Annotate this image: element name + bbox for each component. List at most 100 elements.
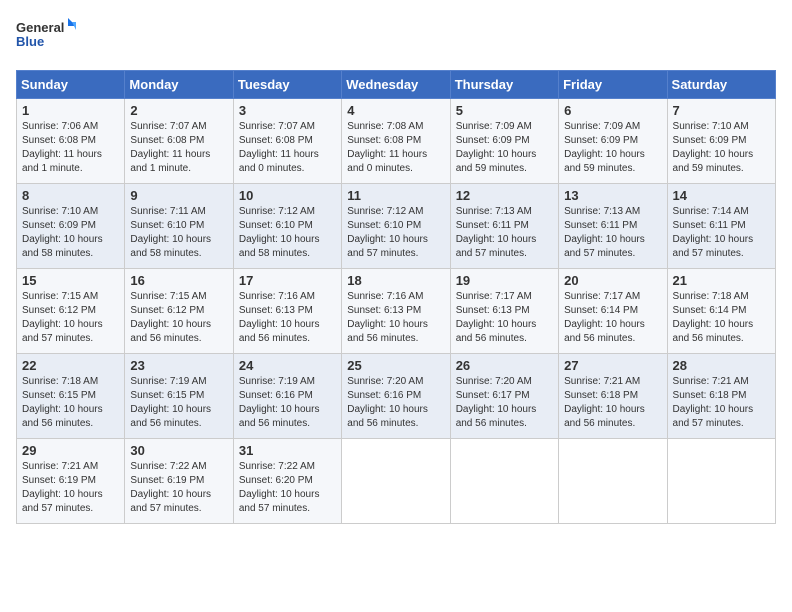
calendar-header-saturday: Saturday	[667, 71, 775, 99]
calendar-cell: 10 Sunrise: 7:12 AM Sunset: 6:10 PM Dayli…	[233, 184, 341, 269]
calendar-cell: 26 Sunrise: 7:20 AM Sunset: 6:17 PM Dayli…	[450, 354, 558, 439]
svg-text:Blue: Blue	[16, 34, 44, 49]
calendar-cell: 7 Sunrise: 7:10 AM Sunset: 6:09 PM Daylig…	[667, 99, 775, 184]
day-number: 31	[239, 443, 336, 458]
calendar-cell: 8 Sunrise: 7:10 AM Sunset: 6:09 PM Daylig…	[17, 184, 125, 269]
day-number: 14	[673, 188, 770, 203]
calendar-cell: 15 Sunrise: 7:15 AM Sunset: 6:12 PM Dayli…	[17, 269, 125, 354]
day-number: 24	[239, 358, 336, 373]
day-info: Sunrise: 7:18 AM Sunset: 6:14 PM Dayligh…	[673, 290, 770, 346]
day-number: 28	[673, 358, 770, 373]
calendar-cell: 27 Sunrise: 7:21 AM Sunset: 6:18 PM Dayli…	[559, 354, 667, 439]
day-info: Sunrise: 7:06 AM Sunset: 6:08 PM Dayligh…	[22, 120, 119, 176]
day-number: 30	[130, 443, 227, 458]
calendar-cell: 9 Sunrise: 7:11 AM Sunset: 6:10 PM Daylig…	[125, 184, 233, 269]
day-info: Sunrise: 7:14 AM Sunset: 6:11 PM Dayligh…	[673, 205, 770, 261]
day-number: 3	[239, 103, 336, 118]
day-info: Sunrise: 7:09 AM Sunset: 6:09 PM Dayligh…	[564, 120, 661, 176]
day-info: Sunrise: 7:18 AM Sunset: 6:15 PM Dayligh…	[22, 375, 119, 431]
calendar-week-4: 22Sunrise: 7:18 AM Sunset: 6:15 PM Dayli…	[17, 354, 776, 439]
calendar-cell: 30 Sunrise: 7:22 AM Sunset: 6:19 PM Dayli…	[125, 439, 233, 524]
day-info: Sunrise: 7:21 AM Sunset: 6:18 PM Dayligh…	[564, 375, 661, 431]
calendar-cell: 6 Sunrise: 7:09 AM Sunset: 6:09 PM Daylig…	[559, 99, 667, 184]
calendar-cell	[342, 439, 450, 524]
calendar-header-wednesday: Wednesday	[342, 71, 450, 99]
day-info: Sunrise: 7:13 AM Sunset: 6:11 PM Dayligh…	[456, 205, 553, 261]
day-number: 10	[239, 188, 336, 203]
calendar-cell: 28Sunrise: 7:21 AM Sunset: 6:18 PM Dayli…	[667, 354, 775, 439]
day-number: 15	[22, 273, 119, 288]
day-info: Sunrise: 7:10 AM Sunset: 6:09 PM Dayligh…	[673, 120, 770, 176]
day-info: Sunrise: 7:10 AM Sunset: 6:09 PM Dayligh…	[22, 205, 119, 261]
day-info: Sunrise: 7:15 AM Sunset: 6:12 PM Dayligh…	[22, 290, 119, 346]
calendar-cell: 5 Sunrise: 7:09 AM Sunset: 6:09 PM Daylig…	[450, 99, 558, 184]
calendar-cell: 21 Sunrise: 7:18 AM Sunset: 6:14 PM Dayli…	[667, 269, 775, 354]
calendar-cell: 17Sunrise: 7:16 AM Sunset: 6:13 PM Dayli…	[233, 269, 341, 354]
day-info: Sunrise: 7:15 AM Sunset: 6:12 PM Dayligh…	[130, 290, 227, 346]
calendar-header-row: SundayMondayTuesdayWednesdayThursdayFrid…	[17, 71, 776, 99]
calendar-cell: 18Sunrise: 7:16 AM Sunset: 6:13 PM Dayli…	[342, 269, 450, 354]
day-info: Sunrise: 7:21 AM Sunset: 6:19 PM Dayligh…	[22, 460, 119, 516]
day-info: Sunrise: 7:12 AM Sunset: 6:10 PM Dayligh…	[347, 205, 444, 261]
day-number: 29	[22, 443, 119, 458]
day-info: Sunrise: 7:11 AM Sunset: 6:10 PM Dayligh…	[130, 205, 227, 261]
calendar-header-sunday: Sunday	[17, 71, 125, 99]
calendar-cell: 3 Sunrise: 7:07 AM Sunset: 6:08 PM Daylig…	[233, 99, 341, 184]
calendar-week-2: 8 Sunrise: 7:10 AM Sunset: 6:09 PM Daylig…	[17, 184, 776, 269]
page-header: General Blue	[16, 16, 776, 60]
calendar-week-5: 29 Sunrise: 7:21 AM Sunset: 6:19 PM Dayli…	[17, 439, 776, 524]
day-info: Sunrise: 7:07 AM Sunset: 6:08 PM Dayligh…	[130, 120, 227, 176]
calendar-cell: 24 Sunrise: 7:19 AM Sunset: 6:16 PM Dayli…	[233, 354, 341, 439]
calendar-header-monday: Monday	[125, 71, 233, 99]
day-number: 8	[22, 188, 119, 203]
day-info: Sunrise: 7:19 AM Sunset: 6:15 PM Dayligh…	[130, 375, 227, 431]
day-number: 18	[347, 273, 444, 288]
calendar-cell	[667, 439, 775, 524]
day-number: 21	[673, 273, 770, 288]
day-number: 9	[130, 188, 227, 203]
calendar-cell: 31 Sunrise: 7:22 AM Sunset: 6:20 PM Dayli…	[233, 439, 341, 524]
day-number: 26	[456, 358, 553, 373]
calendar-cell	[450, 439, 558, 524]
day-info: Sunrise: 7:17 AM Sunset: 6:13 PM Dayligh…	[456, 290, 553, 346]
day-number: 20	[564, 273, 661, 288]
day-info: Sunrise: 7:22 AM Sunset: 6:20 PM Dayligh…	[239, 460, 336, 516]
day-number: 1	[22, 103, 119, 118]
day-number: 13	[564, 188, 661, 203]
day-info: Sunrise: 7:20 AM Sunset: 6:16 PM Dayligh…	[347, 375, 444, 431]
calendar-cell: 19 Sunrise: 7:17 AM Sunset: 6:13 PM Dayli…	[450, 269, 558, 354]
day-number: 4	[347, 103, 444, 118]
day-info: Sunrise: 7:16 AM Sunset: 6:13 PM Dayligh…	[239, 290, 336, 346]
day-number: 12	[456, 188, 553, 203]
svg-text:General: General	[16, 20, 64, 35]
day-info: Sunrise: 7:08 AM Sunset: 6:08 PM Dayligh…	[347, 120, 444, 176]
calendar-week-3: 15 Sunrise: 7:15 AM Sunset: 6:12 PM Dayli…	[17, 269, 776, 354]
day-info: Sunrise: 7:07 AM Sunset: 6:08 PM Dayligh…	[239, 120, 336, 176]
calendar-cell: 4 Sunrise: 7:08 AM Sunset: 6:08 PM Daylig…	[342, 99, 450, 184]
calendar-cell: 23 Sunrise: 7:19 AM Sunset: 6:15 PM Dayli…	[125, 354, 233, 439]
calendar-cell: 14 Sunrise: 7:14 AM Sunset: 6:11 PM Dayli…	[667, 184, 775, 269]
day-number: 25	[347, 358, 444, 373]
day-info: Sunrise: 7:22 AM Sunset: 6:19 PM Dayligh…	[130, 460, 227, 516]
day-number: 11	[347, 188, 444, 203]
calendar-table: SundayMondayTuesdayWednesdayThursdayFrid…	[16, 70, 776, 524]
day-number: 6	[564, 103, 661, 118]
day-number: 16	[130, 273, 227, 288]
day-number: 2	[130, 103, 227, 118]
day-number: 5	[456, 103, 553, 118]
calendar-header-thursday: Thursday	[450, 71, 558, 99]
calendar-cell: 12 Sunrise: 7:13 AM Sunset: 6:11 PM Dayli…	[450, 184, 558, 269]
day-info: Sunrise: 7:19 AM Sunset: 6:16 PM Dayligh…	[239, 375, 336, 431]
day-info: Sunrise: 7:20 AM Sunset: 6:17 PM Dayligh…	[456, 375, 553, 431]
calendar-cell: 22Sunrise: 7:18 AM Sunset: 6:15 PM Dayli…	[17, 354, 125, 439]
day-number: 7	[673, 103, 770, 118]
day-info: Sunrise: 7:09 AM Sunset: 6:09 PM Dayligh…	[456, 120, 553, 176]
calendar-cell: 16 Sunrise: 7:15 AM Sunset: 6:12 PM Dayli…	[125, 269, 233, 354]
day-number: 27	[564, 358, 661, 373]
calendar-cell: 25 Sunrise: 7:20 AM Sunset: 6:16 PM Dayli…	[342, 354, 450, 439]
day-info: Sunrise: 7:12 AM Sunset: 6:10 PM Dayligh…	[239, 205, 336, 261]
day-number: 23	[130, 358, 227, 373]
day-number: 19	[456, 273, 553, 288]
calendar-week-1: 1 Sunrise: 7:06 AM Sunset: 6:08 PM Daylig…	[17, 99, 776, 184]
calendar-cell: 2 Sunrise: 7:07 AM Sunset: 6:08 PM Daylig…	[125, 99, 233, 184]
